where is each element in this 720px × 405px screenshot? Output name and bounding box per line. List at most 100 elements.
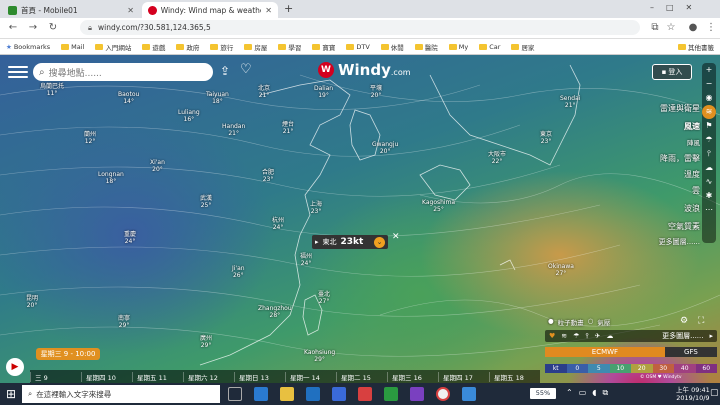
bookmark-item[interactable]: 旅行 <box>210 42 233 52</box>
city-label[interactable]: 重慶 24° <box>124 231 136 245</box>
bookmark-item[interactable]: 居家 <box>511 42 534 52</box>
battery-indicator[interactable]: 55% <box>530 388 556 399</box>
menu-dots-icon[interactable]: ⋮ <box>704 21 718 35</box>
timeline-day[interactable]: 星期日 13 <box>234 371 285 382</box>
city-label[interactable]: 杭州 24° <box>272 217 284 231</box>
zoom-out-icon[interactable]: − <box>702 77 716 91</box>
thermometer-icon[interactable]: ⫯ <box>702 147 716 161</box>
city-label[interactable]: 福州 24° <box>300 253 312 267</box>
mail-icon[interactable] <box>306 387 320 401</box>
city-label[interactable]: Luliang 16° <box>178 109 200 123</box>
toggle-circle-icon[interactable]: ○ <box>588 317 594 327</box>
city-label[interactable]: 蘭州 12° <box>84 131 96 145</box>
timeline[interactable]: 三 9 星期四 10 星期五 11 星期六 12 星期日 13 星期一 14 星… <box>30 370 540 383</box>
layer-rain-thunder[interactable]: 降雨，雷擊 <box>660 153 700 164</box>
app-icon[interactable] <box>410 387 424 401</box>
file-explorer-icon[interactable] <box>280 387 294 401</box>
model-gfs-button[interactable]: GFS <box>664 347 717 357</box>
chrome-icon[interactable] <box>436 387 450 401</box>
city-label[interactable]: 平壤 20° <box>370 85 382 99</box>
city-label[interactable]: Kaohsiung 29° <box>304 349 335 363</box>
timeline-day[interactable]: 三 9 <box>30 371 81 382</box>
more-layers-icon[interactable]: ⋯ <box>702 203 716 217</box>
city-label[interactable]: Xi'an 20° <box>150 159 165 173</box>
city-label[interactable]: Longnan 18° <box>98 171 124 185</box>
layer-gusts[interactable]: 陣風 <box>687 137 700 147</box>
translate-icon[interactable]: ⧉ <box>648 21 662 35</box>
task-view-icon[interactable] <box>228 387 242 401</box>
city-label[interactable]: 合肥 23° <box>262 169 274 183</box>
air-quality-icon[interactable]: ✱ <box>702 189 716 203</box>
layer-wind[interactable]: 風速 <box>684 121 700 132</box>
bookmark-item[interactable]: 寶寶 <box>312 42 335 52</box>
city-label[interactable]: Ji'an 26° <box>232 265 245 279</box>
city-label[interactable]: 臺北 27° <box>318 291 330 305</box>
city-label[interactable]: Zhangzhou 28° <box>258 305 292 319</box>
city-label[interactable]: 北京 21° <box>258 85 270 99</box>
city-label[interactable]: 東京 23° <box>540 131 552 145</box>
windy-logo[interactable]: W Windy .com <box>318 61 411 79</box>
timeline-day[interactable]: 星期一 14 <box>285 371 336 382</box>
flag-icon[interactable]: ⚑ <box>702 119 716 133</box>
app-icon[interactable] <box>462 387 476 401</box>
wind-icon[interactable]: ≋ <box>702 105 716 119</box>
close-icon[interactable]: ✕ <box>265 6 272 15</box>
city-label[interactable]: 南寧 29° <box>118 315 130 329</box>
bookmark-item[interactable]: 政府 <box>176 42 199 52</box>
bookmark-item[interactable]: 休閒 <box>380 42 404 52</box>
city-label[interactable]: Sendai 21° <box>560 95 580 109</box>
cloud-icon[interactable]: ☁ <box>702 161 716 175</box>
bookmark-item[interactable]: Car <box>479 43 500 51</box>
url-field[interactable]: 🔒︎ windy.com/?30.581,124.365,5 <box>80 20 640 35</box>
timeline-day[interactable]: 星期六 12 <box>183 371 234 382</box>
settings-icon[interactable]: ⚙ <box>680 316 688 326</box>
back-arrow-icon[interactable]: ← <box>6 21 20 35</box>
forward-arrow-icon[interactable]: → <box>26 21 40 35</box>
city-label[interactable]: Baotou 14° <box>118 91 139 105</box>
tray-icons[interactable]: ⌃▭◖⧉ <box>566 388 614 398</box>
timeline-day[interactable]: 星期五 11 <box>132 371 183 382</box>
clouds-icon[interactable]: ☁ <box>606 332 613 340</box>
bookmark-item[interactable]: 遊戲 <box>142 42 165 52</box>
bookmark-item[interactable]: ★ Bookmarks <box>6 43 50 51</box>
radar-icon[interactable]: ◉ <box>702 91 716 105</box>
bookmark-item[interactable]: DTV <box>346 43 370 51</box>
wind-map[interactable]: 烏蘭巴托 11° Baotou 14° 北京 21° Dalian 19° 平壤 20° … <box>0 55 720 383</box>
close-icon[interactable]: ✕ <box>392 232 400 242</box>
pressure-toggle[interactable]: 氣壓 <box>597 317 610 327</box>
timeline-day[interactable]: 星期四 10 <box>81 371 132 382</box>
layer-more[interactable]: 更多圖層...... <box>659 237 700 247</box>
wind-popup[interactable]: ▸ 東北 23kt ⌄ <box>312 235 388 249</box>
close-icon[interactable]: ✕ <box>127 6 134 15</box>
menu-icon[interactable] <box>8 63 28 79</box>
bookmark-item[interactable]: 醫院 <box>414 42 438 52</box>
notifications-icon[interactable]: ▢ <box>710 388 719 398</box>
new-tab-button[interactable]: + <box>284 2 293 15</box>
layer-waves[interactable]: 波浪 <box>684 203 700 214</box>
layer-air-quality[interactable]: 空氣質素 <box>668 221 700 232</box>
star-icon[interactable]: ☆ <box>664 21 678 35</box>
layer-radar-satellite[interactable]: 雷達與衛星 <box>660 103 700 114</box>
chevron-down-icon[interactable]: ⌄ <box>374 236 385 248</box>
city-label[interactable]: 昆明 20° <box>26 295 38 309</box>
city-label[interactable]: 廣州 29° <box>200 335 212 349</box>
bookmark-item[interactable]: 學習 <box>278 42 301 52</box>
zoom-in-icon[interactable]: + <box>702 63 716 77</box>
search-input[interactable]: ⌕ 搜尋地點...... <box>33 63 213 81</box>
tab-windy[interactable]: Windy: Wind map & weather fo ✕ <box>142 2 278 18</box>
bookmark-item[interactable]: Mail <box>61 43 84 51</box>
other-bookmarks[interactable]: 其他書籤 <box>678 42 714 52</box>
wave-icon[interactable]: ∿ <box>702 175 716 189</box>
more-layers-link[interactable]: 更多圖層...... <box>662 331 703 341</box>
toggle-dot-icon[interactable]: ● <box>548 317 554 327</box>
layer-clouds[interactable]: 雲 <box>692 185 700 196</box>
timeline-day[interactable]: 星期三 16 <box>387 371 438 382</box>
city-label[interactable]: Okinawa 27° <box>548 263 574 277</box>
particles-toggle[interactable]: 粒子動畫 <box>558 317 584 327</box>
reload-icon[interactable]: ↻ <box>46 21 60 35</box>
thermometer-icon[interactable]: ⫯ <box>585 332 588 341</box>
wind-icon[interactable]: ≋ <box>561 332 567 340</box>
more-layers-arrow-icon[interactable]: ▸ <box>709 332 713 340</box>
timeline-day[interactable]: 星期五 18 <box>489 371 540 382</box>
fullscreen-icon[interactable]: ⛶ <box>698 316 704 326</box>
